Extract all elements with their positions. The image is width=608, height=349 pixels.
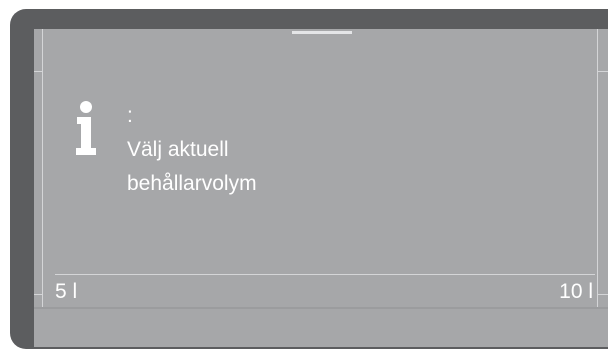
device-bezel: : Välj aktuell behållarvolym 5 l 10 l	[10, 9, 608, 349]
frame-tick	[34, 71, 43, 72]
message-line-2: behållarvolym	[127, 172, 257, 195]
option-5-liter[interactable]: 5 l	[55, 279, 77, 305]
display-screen: : Välj aktuell behållarvolym 5 l 10 l	[34, 29, 608, 347]
scale-divider	[55, 274, 595, 275]
info-message: : Välj aktuell behållarvolym	[127, 99, 257, 201]
frame-tick	[598, 71, 608, 72]
frame-tick	[34, 294, 43, 295]
message-colon: :	[127, 104, 133, 127]
frame-tick	[598, 294, 608, 295]
top-indicator	[292, 31, 352, 34]
bottom-band	[34, 307, 608, 309]
screen-frame	[34, 29, 608, 307]
message-line-1: Välj aktuell	[127, 138, 229, 161]
info-icon	[76, 101, 96, 155]
option-10-liter[interactable]: 10 l	[559, 279, 593, 305]
